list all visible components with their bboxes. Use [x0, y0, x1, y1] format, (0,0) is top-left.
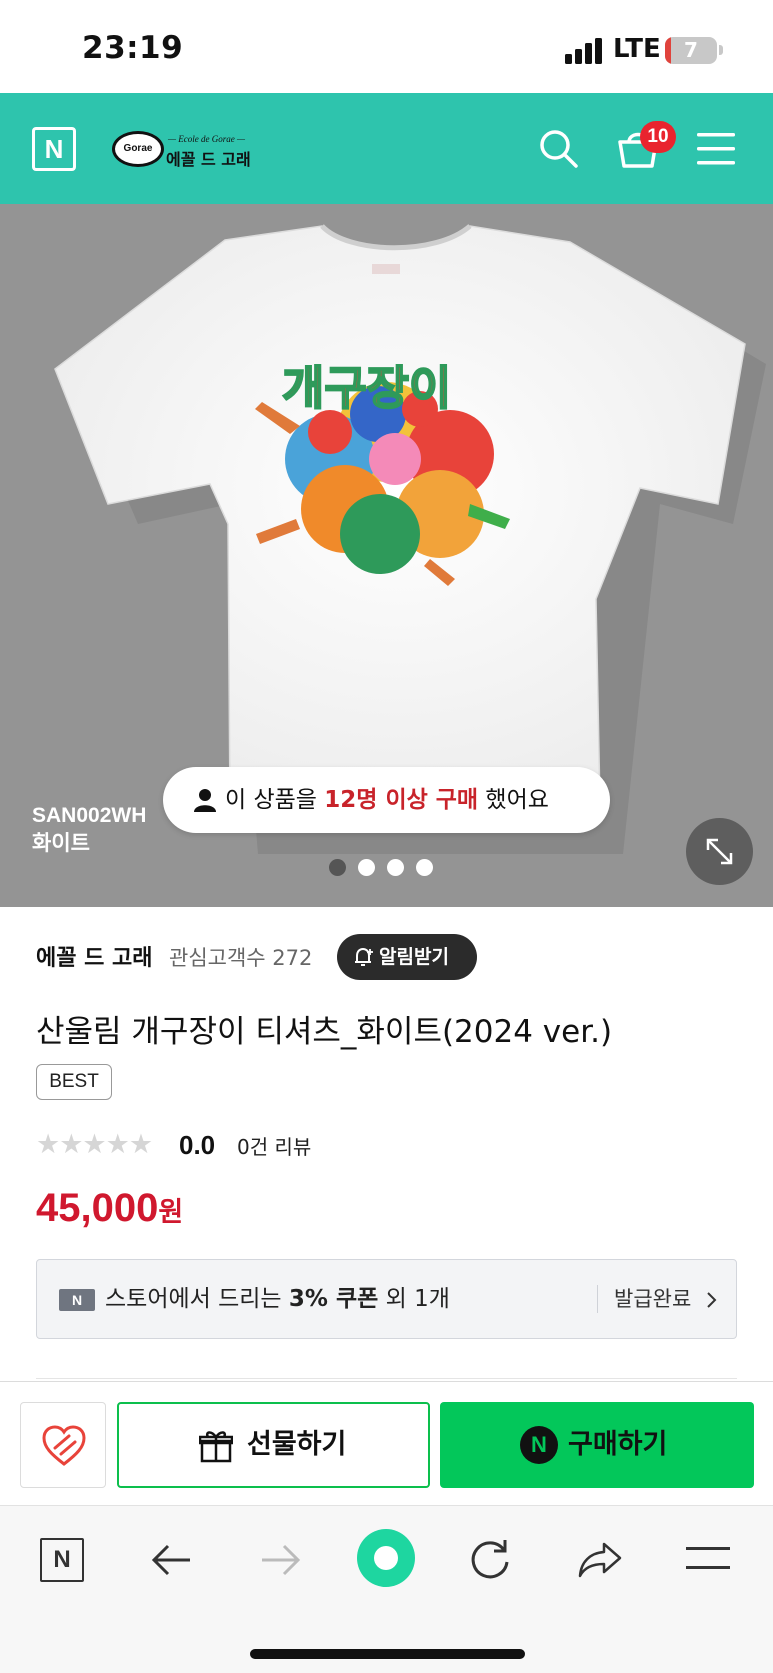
battery-nub	[719, 45, 723, 55]
sku-color: 화이트	[32, 832, 90, 855]
banner-prefix: 이 상품을	[225, 787, 325, 813]
notify-button[interactable]: 알림받기	[337, 934, 477, 980]
gift-button[interactable]: 선물하기	[117, 1402, 430, 1488]
carousel-dot[interactable]	[329, 859, 346, 876]
menu-icon[interactable]	[697, 132, 737, 166]
buy-button[interactable]: N 구매하기	[440, 1402, 754, 1488]
chevron-right-icon	[707, 1292, 717, 1308]
carousel-dot[interactable]	[387, 859, 404, 876]
sku-code: SAN002WH	[32, 804, 147, 827]
coupon-text: 스토어에서 드리는 3% 쿠폰 외 1개	[105, 1260, 450, 1338]
review-count[interactable]: 0건 리뷰	[237, 1130, 311, 1164]
coupon-text-bold: 3% 쿠폰	[288, 1286, 379, 1312]
rating-score: 0.0	[179, 1130, 216, 1160]
price-currency: 원	[158, 1197, 184, 1228]
cart-count-badge: 10	[640, 121, 676, 153]
gift-icon	[199, 1431, 233, 1463]
carousel-pagination	[329, 859, 445, 879]
follower-count: 관심고객수 272	[169, 946, 313, 970]
star-rating-icon: ★★★★★	[36, 1129, 153, 1160]
expand-icon	[706, 838, 733, 865]
status-bar: 23:19 LTE 7	[0, 0, 773, 93]
refresh-icon[interactable]	[468, 1538, 512, 1582]
green-dot-icon[interactable]	[356, 1528, 416, 1588]
notify-label: 알림받기	[379, 946, 449, 968]
logo-subtitle: — Ecole de Gorae —	[168, 134, 245, 144]
logo-mark: Gorae	[112, 131, 164, 167]
artwork-title: 개구장이	[282, 361, 451, 415]
home-indicator	[250, 1649, 525, 1659]
browser-home-button[interactable]: N	[40, 1538, 84, 1582]
store-logo[interactable]: Gorae — Ecole de Gorae — 에꼴 드 고래	[112, 128, 252, 170]
battery-icon: 7	[665, 37, 717, 64]
expand-image-button[interactable]	[686, 818, 753, 885]
coupon-text-prefix: 스토어에서 드리는	[105, 1286, 289, 1312]
best-badge: BEST	[36, 1064, 112, 1100]
product-image-carousel[interactable]: 개구장이 SAN002WH 화이트 이 상품을 12명 이상 구매 했어요	[0, 204, 773, 907]
heart-icon	[42, 1425, 86, 1466]
signal-icon	[565, 38, 602, 64]
carousel-dot[interactable]	[416, 859, 433, 876]
banner-highlight: 12명 이상 구매	[324, 787, 479, 813]
status-time: 23:19	[82, 30, 184, 66]
coupon-status[interactable]: 발급완료	[614, 1260, 691, 1338]
carousel-dot[interactable]	[358, 859, 375, 876]
product-price: 45,000원	[36, 1186, 183, 1231]
forward-arrow-icon[interactable]	[258, 1542, 302, 1578]
share-icon[interactable]	[576, 1540, 624, 1580]
browser-menu-icon[interactable]	[686, 1544, 730, 1574]
product-sku: SAN002WH 화이트	[32, 802, 146, 858]
search-icon[interactable]	[538, 128, 580, 170]
purchase-action-bar: 선물하기 N 구매하기	[0, 1381, 773, 1505]
coupon-banner[interactable]: N 스토어에서 드리는 3% 쿠폰 외 1개 발급완료	[36, 1259, 737, 1339]
gift-label: 선물하기	[247, 1429, 347, 1460]
coupon-divider	[597, 1285, 598, 1313]
naver-home-button[interactable]: N	[32, 127, 76, 171]
naver-pay-icon: N	[520, 1426, 558, 1464]
naver-badge-icon: N	[59, 1289, 95, 1311]
purchase-count-banner: 이 상품을 12명 이상 구매 했어요	[163, 767, 610, 833]
back-arrow-icon[interactable]	[150, 1542, 194, 1578]
coupon-text-suffix: 외 1개	[378, 1286, 450, 1312]
logo-title: 에꼴 드 고래	[166, 150, 251, 169]
banner-suffix: 했어요	[478, 787, 549, 813]
browser-toolbar: N	[0, 1505, 773, 1673]
product-title: 산울림 개구장이 티셔츠_화이트(2024 ver.)	[36, 1014, 613, 1050]
battery-level: 7	[684, 38, 698, 62]
person-icon	[194, 789, 216, 812]
divider	[36, 1378, 737, 1379]
buy-label: 구매하기	[568, 1429, 668, 1460]
wishlist-button[interactable]	[20, 1402, 106, 1488]
network-label: LTE	[613, 34, 661, 64]
store-name[interactable]: 에꼴 드 고래	[36, 940, 153, 972]
price-value: 45,000	[36, 1186, 159, 1230]
bell-plus-icon	[355, 947, 373, 966]
